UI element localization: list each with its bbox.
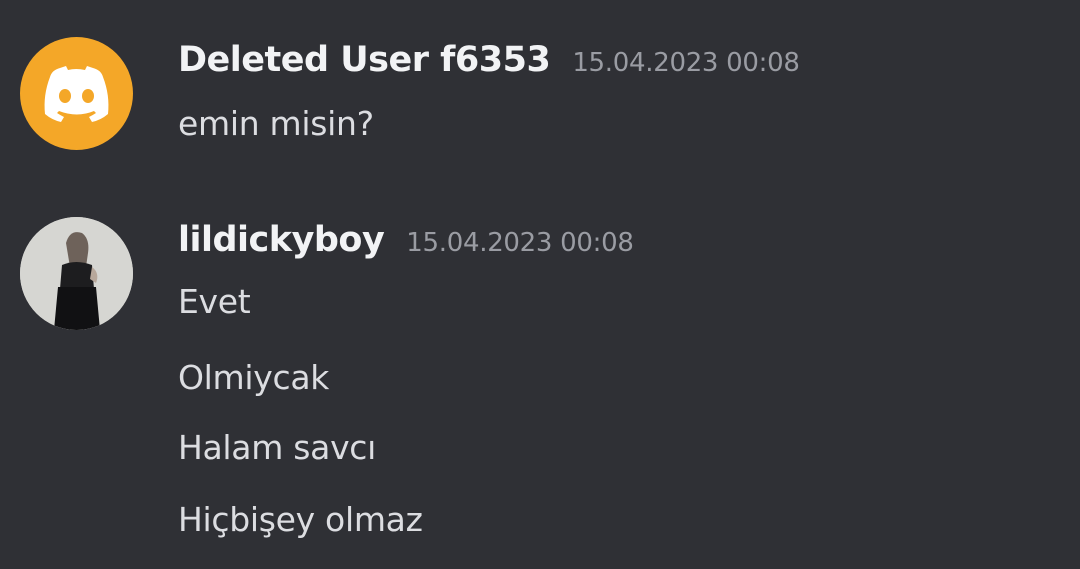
message-text: Olmiycak (178, 358, 330, 397)
person-photo-icon (20, 217, 133, 330)
message-text: emin misin? (178, 104, 374, 143)
message-group: lildickyboy 15.04.2023 00:08 Evet Olmiyc… (0, 190, 1080, 569)
message-header: Deleted User f6353 15.04.2023 00:08 (178, 40, 800, 80)
message-group: Deleted User f6353 15.04.2023 00:08 emin… (0, 0, 1080, 190)
username[interactable]: Deleted User f6353 (178, 40, 551, 80)
timestamp: 15.04.2023 00:08 (406, 228, 634, 258)
message-text: Hiçbişey olmaz (178, 500, 423, 539)
user-photo-avatar[interactable] (20, 217, 133, 330)
message-text: Halam savcı (178, 428, 377, 467)
message-text: Evet (178, 282, 251, 321)
timestamp: 15.04.2023 00:08 (572, 48, 800, 78)
discord-icon (44, 66, 109, 122)
username[interactable]: lildickyboy (178, 220, 385, 260)
message-header: lildickyboy 15.04.2023 00:08 (178, 220, 634, 260)
discord-logo-avatar[interactable] (20, 37, 133, 150)
chat-messages: Deleted User f6353 15.04.2023 00:08 emin… (0, 0, 1080, 569)
